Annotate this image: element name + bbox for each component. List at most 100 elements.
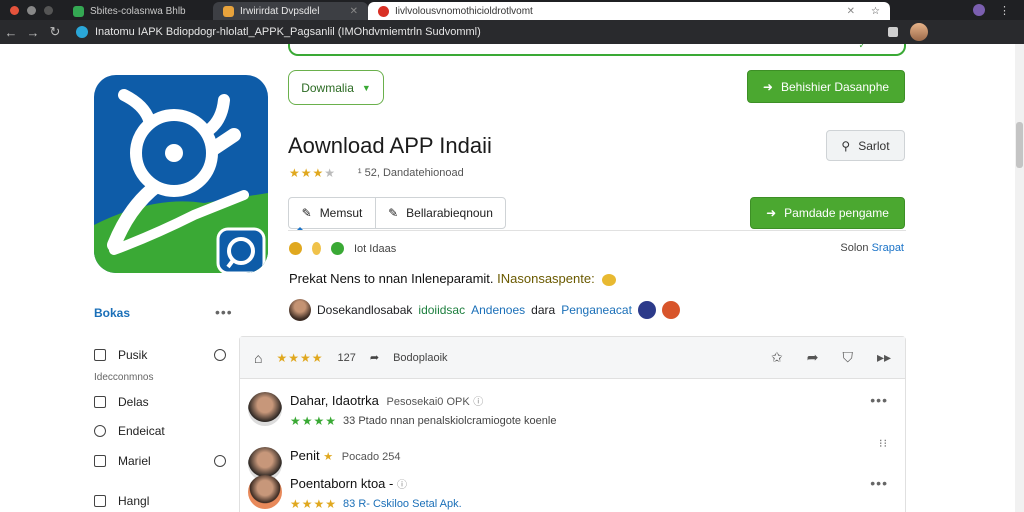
chat-icon[interactable]: [214, 349, 226, 361]
browser-menu-icon[interactable]: [10, 5, 19, 15]
meta-text: Iot Idaas: [354, 242, 397, 255]
app-logo-graphic: [94, 89, 268, 273]
clock-icon[interactable]: [214, 455, 226, 467]
reload-icon[interactable]: ↻: [44, 24, 66, 40]
tab-1[interactable]: Sbites-colasnwa Bhlb: [63, 2, 213, 20]
reply-count-icon[interactable]: ⁝⁝: [879, 437, 888, 450]
account-avatar[interactable]: [910, 23, 928, 41]
star-plus-icon[interactable]: ✩: [771, 349, 783, 366]
pencil-icon: ✎: [301, 206, 312, 220]
description-text: Prekat Nens to nnan Inleneparamit.: [289, 271, 494, 286]
sidebar-heading: Bokas: [94, 306, 131, 320]
store-page: ✓ Dowmalia ▼ ➜ Behishier Dasanphe Aownlo…: [0, 44, 1024, 512]
sidebar-subtitle: Idecconmnos: [94, 372, 154, 383]
forward-icon[interactable]: →: [22, 25, 44, 40]
sidebar-item-label: Mariel: [118, 454, 151, 468]
screenshot-icon[interactable]: [888, 27, 898, 37]
solon-info: Solon Srapat: [840, 242, 904, 254]
facebook-icon[interactable]: [44, 5, 53, 15]
close-tab-icon[interactable]: ✕: [350, 6, 358, 17]
version-dropdown[interactable]: Dowmalia ▼: [288, 70, 384, 105]
install-button[interactable]: ➜ Pamdade pengame: [750, 197, 905, 229]
sidebar-item-label: Endeicat: [118, 424, 165, 438]
tab-favicon-icon: [378, 5, 389, 17]
review-more-icon[interactable]: •••: [870, 475, 888, 491]
top-banner-box: ✓: [288, 44, 906, 56]
badge-icon: [289, 242, 302, 255]
history-icon[interactable]: [27, 5, 36, 15]
reviewer-name: Poentaborn ktoa -: [290, 476, 394, 491]
tab-2[interactable]: Irwirirdat Dvpsdlel ✕: [213, 2, 368, 20]
tab-memsut[interactable]: ✎ Memsut: [288, 197, 376, 229]
tab-label: Bellarabieqnoun: [406, 206, 493, 220]
review-more-icon[interactable]: •••: [870, 392, 888, 408]
primary-button-label: Behishier Dasanphe: [780, 79, 890, 94]
tab-title: Irwirirdat Dvpsdlel: [240, 5, 320, 17]
plus-icon: [331, 242, 344, 255]
review-text: 83 R- Cskiloo Setal Apk.: [343, 498, 462, 510]
primary-action-button[interactable]: ➜ Behishier Dasanphe: [747, 70, 905, 103]
sidebar-item-label: Hangl: [118, 494, 150, 508]
forward-share-icon[interactable]: ➦: [807, 349, 819, 366]
reviews-toolbar-label: Bodoplaoik: [393, 351, 448, 364]
reviews-count: 127: [337, 351, 356, 364]
site-icon: [76, 26, 88, 38]
sidebar-item-mariel[interactable]: Mariel: [94, 454, 151, 468]
tab-3-active[interactable]: Iivlvolousvnomothicioldrotlvomt ✕ ☆: [368, 2, 890, 20]
page-scrollbar[interactable]: [1015, 44, 1024, 512]
reviewer-name-line: Dahar, Idaotrka Pesosekai0 OPK ⓘ: [290, 393, 483, 408]
reviewer-name-line: Poentaborn ktoa - ⓘ: [290, 476, 407, 491]
install-button-label: Pamdade pengame: [784, 206, 889, 220]
rating-stars: ★★★★: [289, 166, 337, 180]
sidebar-item-endeicat[interactable]: Endeicat: [94, 424, 165, 438]
description-highlight: INasonsaspente:: [497, 271, 595, 286]
bookmark-star-icon[interactable]: ☆: [871, 6, 880, 17]
reviewer-avatar: [248, 392, 282, 426]
address-bar: ← → ↻ Inatomu IAPK Bdiopdogr-hlolatl_APP…: [0, 20, 1024, 44]
sidebar-item-pusik[interactable]: Pusik: [94, 348, 147, 362]
check-icon: ✓: [858, 44, 866, 50]
app-logo: [94, 75, 268, 273]
sidebar-item-hangl[interactable]: Hangl: [94, 494, 149, 508]
review-body: ★★★★ 83 R- Cskiloo Setal Apk.: [290, 497, 462, 511]
scrollbar-thumb[interactable]: [1016, 122, 1023, 168]
solon-label: Solon: [840, 242, 869, 254]
profile-icon[interactable]: [973, 4, 985, 16]
reviewer-name: Penit: [290, 448, 320, 463]
developer-avatar: [289, 299, 311, 321]
close-tab-icon[interactable]: ✕: [847, 6, 855, 17]
developer-link[interactable]: Andenoes: [471, 303, 525, 317]
shield-icon[interactable]: ⛉: [842, 349, 853, 366]
arrow-icon: ➜: [766, 206, 777, 220]
rating-summary: ★★★★ ¹ 52, Dandatehionoad: [289, 166, 464, 180]
developer-company-link[interactable]: Penganeacat: [561, 303, 632, 317]
sidebar-more-icon[interactable]: •••: [215, 304, 233, 320]
window-menu-icon[interactable]: ⋮: [999, 4, 1010, 17]
url-field[interactable]: Inatomu IAPK Bdiopdogr-hlolatl_APPK_Pags…: [76, 26, 481, 38]
share-button[interactable]: ⚲ Sarlot: [826, 130, 905, 161]
developer-connector: dara: [531, 303, 556, 317]
sidebar-item-delas[interactable]: Delas: [94, 395, 149, 409]
developer-name: Dosekandlosabak: [317, 303, 413, 317]
chart-icon: [94, 455, 106, 467]
review-body: ★★★★ 33 Ptado nnan penalskiolcramiogote …: [290, 414, 556, 428]
share-arrow-icon[interactable]: ➦: [370, 351, 379, 364]
half-moon-icon: [312, 242, 321, 255]
solon-link[interactable]: Srapat: [872, 242, 904, 254]
reviews-toolbar: ⌂ ★★★★ 127 ➦ Bodoplaoik ✩ ➦ ⛉ ▸▸: [240, 337, 905, 379]
home-icon[interactable]: ⌂: [254, 350, 262, 366]
doc-icon: [94, 396, 106, 408]
back-icon[interactable]: ←: [0, 25, 22, 40]
info-icon: ⓘ: [396, 480, 407, 491]
browser-tab-bar: Sbites-colasnwa Bhlb Irwirirdat Dvpsdlel…: [0, 0, 1024, 20]
rating-stars: ★★★★: [276, 350, 324, 365]
calendar-icon: [94, 495, 106, 507]
fast-forward-icon[interactable]: ▸▸: [877, 349, 891, 366]
app-description: Prekat Nens to nnan Inleneparamit. INaso…: [289, 271, 617, 286]
sidebar-item-label: Delas: [118, 395, 149, 409]
app-title: Aownload APP Indaii: [288, 133, 492, 158]
tab-bellarabieqnoun[interactable]: ✎ Bellarabieqnoun: [375, 197, 506, 229]
info-icon: ⓘ: [473, 397, 484, 408]
partner-badge-icon: [637, 301, 656, 319]
arrow-icon: ➜: [762, 79, 773, 94]
